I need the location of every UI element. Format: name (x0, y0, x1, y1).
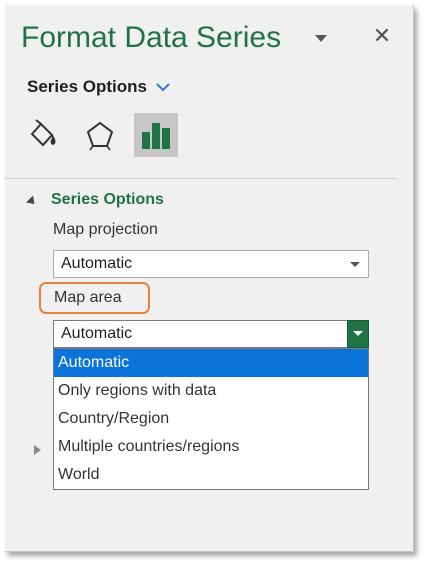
paint-bucket-icon (30, 119, 56, 147)
map-area-label: Map area (39, 282, 150, 314)
dropdown-button[interactable] (347, 320, 369, 348)
bar-chart-icon (142, 123, 170, 149)
map-projection-select[interactable]: Automatic (53, 250, 369, 278)
map-area-option-automatic[interactable]: Automatic (54, 349, 368, 377)
effects-pentagon-icon[interactable] (78, 113, 122, 157)
map-projection-label: Map projection (53, 221, 158, 238)
series-options-group-header[interactable]: Series Options (25, 189, 164, 211)
map-area-option-only-regions-with-data[interactable]: Only regions with data (54, 377, 368, 405)
task-pane-options-chevron-icon[interactable] (315, 35, 327, 42)
pane-title: Format Data Series (21, 21, 282, 54)
close-icon[interactable]: ✕ (371, 25, 393, 47)
fill-line-icon[interactable] (21, 113, 65, 157)
map-area-option-world[interactable]: World (54, 461, 368, 489)
map-area-value: Automatic (61, 325, 133, 342)
chevron-down-icon (156, 83, 170, 92)
collapsed-triangle-icon[interactable] (34, 445, 41, 455)
map-area-option-country-region[interactable]: Country/Region (54, 405, 368, 433)
format-data-series-pane: Format Data Series ✕ Series Options Seri… (5, 5, 414, 552)
map-area-dropdown-list: Automatic Only regions with data Country… (53, 348, 369, 490)
series-options-bar-chart-icon[interactable] (134, 113, 178, 157)
series-options-selector[interactable]: Series Options (27, 76, 171, 98)
series-options-group-label: Series Options (51, 191, 164, 208)
map-area-select[interactable]: Automatic (53, 320, 369, 348)
series-options-selector-label: Series Options (27, 77, 147, 96)
expanded-triangle-icon (25, 194, 39, 208)
divider (5, 178, 397, 179)
map-projection-value: Automatic (61, 255, 133, 272)
pentagon-icon (86, 121, 114, 151)
dropdown-arrow-icon (353, 331, 363, 336)
dropdown-arrow-icon (350, 262, 360, 267)
map-area-option-multiple-countries-regions[interactable]: Multiple countries/regions (54, 433, 368, 461)
